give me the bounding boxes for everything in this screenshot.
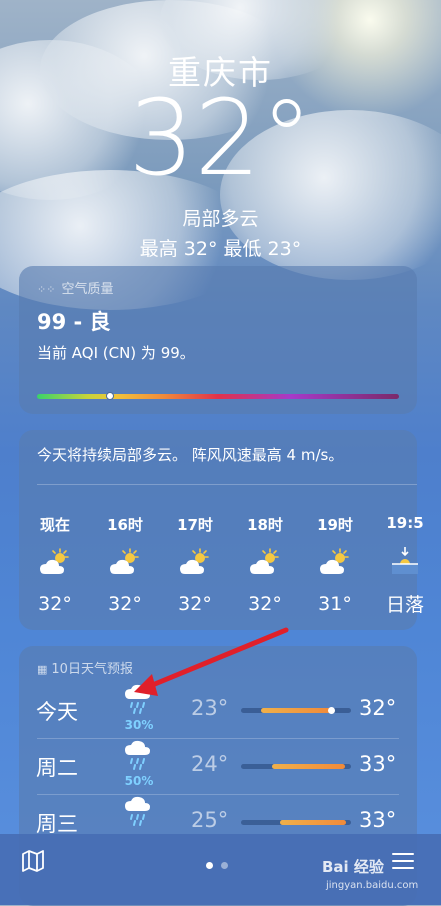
watermark-url: jingyan.baidu.com xyxy=(326,880,419,891)
page-indicator[interactable] xyxy=(202,854,232,873)
annotation-arrow xyxy=(134,627,289,696)
page-dot-active[interactable] xyxy=(206,862,213,869)
list-icon[interactable] xyxy=(390,848,416,878)
page-dot[interactable] xyxy=(221,862,228,869)
map-icon[interactable] xyxy=(20,848,46,878)
watermark-brand: Bai 经验 xyxy=(322,858,384,876)
